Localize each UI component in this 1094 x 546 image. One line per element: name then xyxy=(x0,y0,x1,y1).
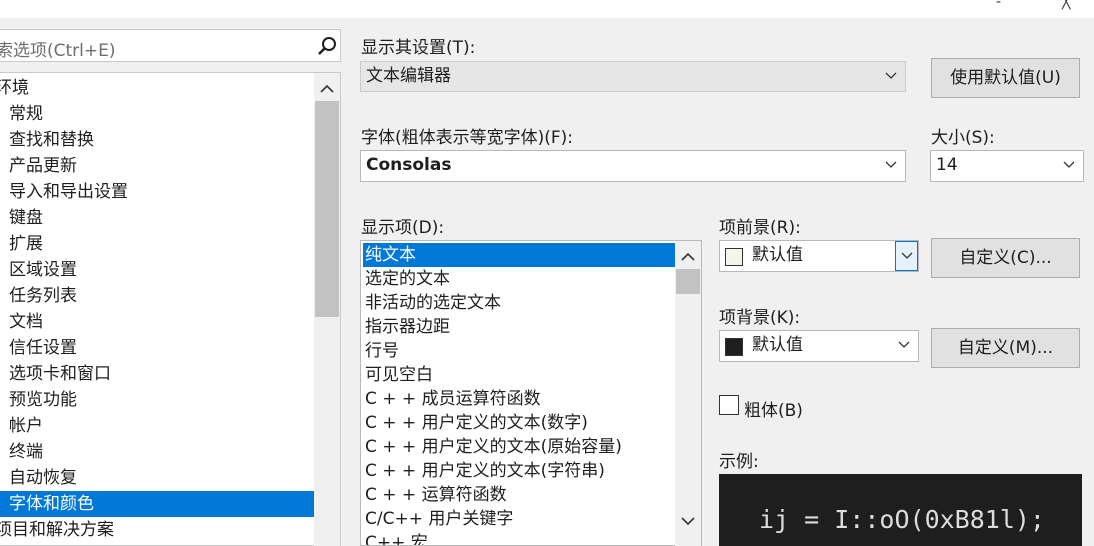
display-item[interactable]: 指示器边距 xyxy=(363,315,677,339)
size-label: 大小(S): xyxy=(931,128,995,148)
tree-item[interactable]: 终端 xyxy=(0,439,315,465)
tree-item[interactable]: 环境 xyxy=(0,75,311,101)
foreground-value: 默认值 xyxy=(752,245,803,265)
display-item[interactable]: 选定的文本 xyxy=(363,267,677,291)
chevron-down-icon xyxy=(885,161,897,168)
tree-scroll-thumb[interactable] xyxy=(315,101,339,317)
foreground-select[interactable]: 默认值 xyxy=(719,240,919,272)
tree-item[interactable]: 文档 xyxy=(0,309,315,335)
font-value: Consolas xyxy=(366,155,452,175)
background-value: 默认值 xyxy=(752,335,803,355)
bold-checkbox[interactable] xyxy=(719,395,739,415)
close-button[interactable]: ╳ xyxy=(1062,0,1070,10)
display-items-list[interactable]: 纯文本 选定的文本 非活动的选定文本 指示器边距 行号 可见空白 C + + 成员运算符函数… xyxy=(360,240,702,546)
use-defaults-button[interactable]: 使用默认值(U) xyxy=(931,58,1080,98)
sample-text: ij = I::oO(0xB81l); xyxy=(759,505,1045,534)
display-item[interactable]: 纯文本 xyxy=(363,243,677,267)
scroll-down-icon[interactable] xyxy=(680,516,696,528)
show-settings-for-select[interactable]: 文本编辑器 xyxy=(360,61,906,92)
display-item[interactable]: C + + 成员运算符函数 xyxy=(363,387,677,411)
display-item[interactable]: 行号 xyxy=(363,339,677,363)
display-item[interactable]: C++ 宏 xyxy=(363,531,677,545)
tree-item[interactable]: 选项卡和窗口 xyxy=(0,361,315,387)
search-placeholder: 索选项(Ctrl+E) xyxy=(0,41,116,61)
foreground-swatch xyxy=(725,248,743,266)
custom-foreground-button[interactable]: 自定义(C)... xyxy=(931,238,1080,278)
tree-item[interactable]: 产品更新 xyxy=(0,153,315,179)
tree-item[interactable]: 导入和导出设置 xyxy=(0,179,315,205)
tree-item[interactable]: 自动恢复 xyxy=(0,465,315,491)
display-item[interactable]: 可见空白 xyxy=(363,363,677,387)
font-select[interactable]: Consolas xyxy=(360,150,906,182)
scroll-up-icon[interactable] xyxy=(680,250,696,262)
tree-item[interactable]: 常规 xyxy=(0,101,315,127)
search-icon[interactable] xyxy=(316,35,338,57)
title-strip xyxy=(0,0,1094,18)
foreground-label: 项前景(R): xyxy=(719,218,801,238)
display-item[interactable]: C + + 用户定义的文本(字符串) xyxy=(363,459,677,483)
tree-item[interactable]: 查找和替换 xyxy=(0,127,315,153)
tree-item[interactable]: 扩展 xyxy=(0,231,315,257)
display-item[interactable]: C + + 用户定义的文本(数字) xyxy=(363,411,677,435)
display-item[interactable]: C + + 运算符函数 xyxy=(363,483,677,507)
size-value: 14 xyxy=(936,155,958,175)
background-select[interactable]: 默认值 xyxy=(719,330,919,362)
show-settings-for-label: 显示其设置(T): xyxy=(361,38,476,58)
sample-label: 示例: xyxy=(719,452,759,472)
chevron-down-icon xyxy=(898,341,910,348)
display-items-label: 显示项(D): xyxy=(361,218,445,238)
display-item[interactable]: C/C++ 用户关键字 xyxy=(363,507,677,531)
chevron-down-icon xyxy=(885,72,897,79)
bold-label: 粗体(B) xyxy=(744,401,803,421)
background-swatch xyxy=(725,338,743,356)
minimize-button[interactable]: - xyxy=(996,0,1001,10)
tree-item[interactable]: 信任设置 xyxy=(0,335,315,361)
tree-item[interactable]: 键盘 xyxy=(0,205,315,231)
tree-item[interactable]: 预览功能 xyxy=(0,387,315,413)
show-settings-for-value: 文本编辑器 xyxy=(366,66,451,86)
tree-item[interactable]: 项目和解决方案 xyxy=(0,517,311,543)
tree-item[interactable]: 帐户 xyxy=(0,413,315,439)
background-label: 项背景(K): xyxy=(719,308,801,328)
list-scroll-thumb[interactable] xyxy=(676,269,700,294)
chevron-down-icon xyxy=(1063,161,1075,168)
tree-item[interactable]: 任务列表 xyxy=(0,283,315,309)
display-item[interactable]: 非活动的选定文本 xyxy=(363,291,677,315)
font-label: 字体(粗体表示等宽字体)(F): xyxy=(361,128,574,148)
display-item[interactable]: C + + 用户定义的文本(原始容量) xyxy=(363,435,677,459)
custom-background-button[interactable]: 自定义(M)... xyxy=(931,328,1080,368)
size-select[interactable]: 14 xyxy=(930,150,1084,182)
options-tree[interactable]: 环境常规查找和替换产品更新导入和导出设置键盘扩展区域设置任务列表文档信任设置选项… xyxy=(0,72,341,546)
foreground-dropdown-button[interactable] xyxy=(895,241,918,271)
chevron-down-icon xyxy=(901,252,913,259)
tree-item[interactable]: 区域设置 xyxy=(0,257,315,283)
tree-item[interactable]: 字体和颜色 xyxy=(0,491,315,517)
scroll-up-icon[interactable] xyxy=(319,82,335,94)
